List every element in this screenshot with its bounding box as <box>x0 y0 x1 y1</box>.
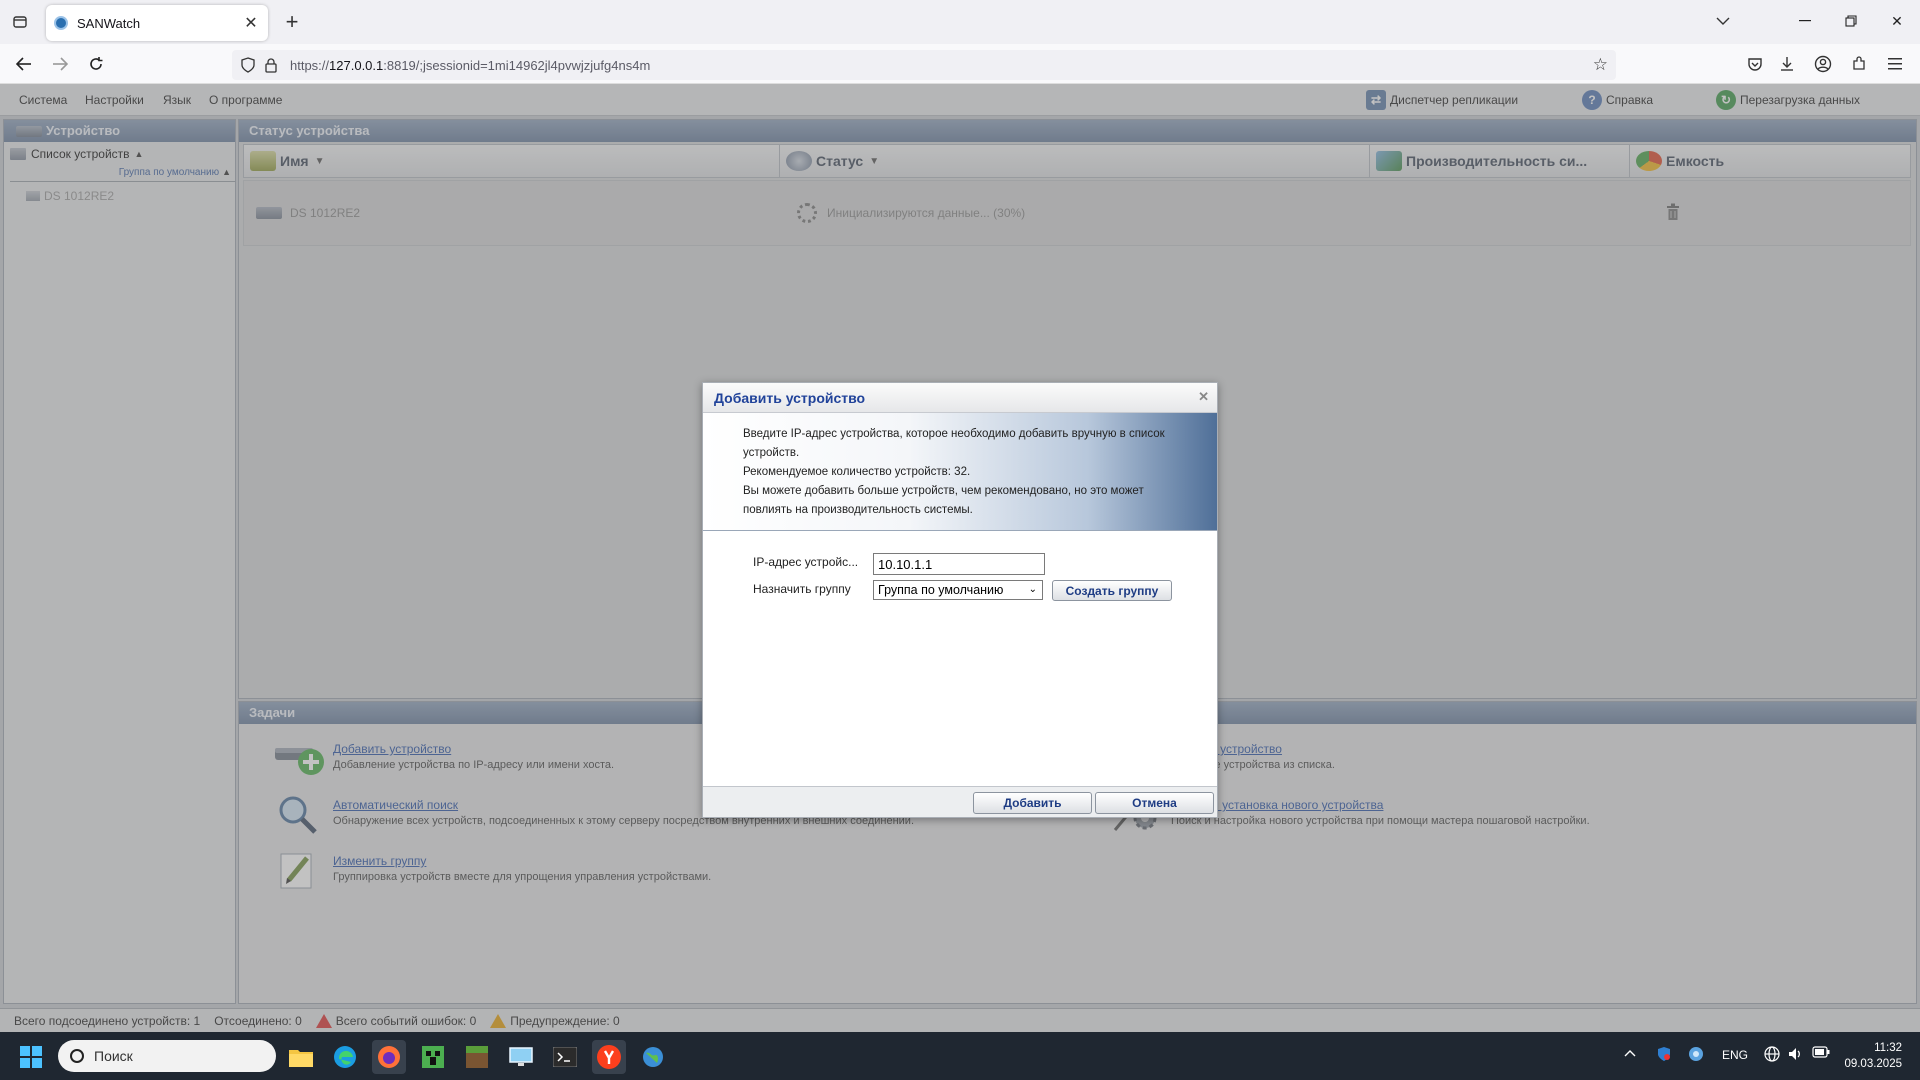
add-button[interactable]: Добавить <box>973 792 1092 814</box>
tab-list-icon[interactable] <box>8 10 32 34</box>
bookmark-star-icon[interactable]: ☆ <box>1593 55 1608 75</box>
tab-title: SANWatch <box>77 15 141 31</box>
chevron-down-icon: ⌄ <box>1028 584 1037 595</box>
group-select-value: Группа по умолчанию <box>878 583 1004 597</box>
tab-close-icon[interactable]: ✕ <box>242 13 260 33</box>
info-line-2: Рекомендуемое количество устройств: 32. <box>743 466 971 478</box>
minecraft-grass-icon[interactable] <box>460 1040 494 1074</box>
lock-warning-icon[interactable] <box>264 57 278 73</box>
dialog-info-banner: Введите IP-адрес устройства, которое нео… <box>703 413 1217 531</box>
dialog-form: IP-адрес устройс... Назначить группу Гру… <box>703 531 1217 707</box>
browser-navbar: https://127.0.0.1:8819/;jsessionid=1mi14… <box>0 44 1920 84</box>
restore-button[interactable] <box>1828 6 1874 36</box>
downloads-icon[interactable] <box>1776 54 1798 74</box>
taskbar-clock[interactable]: 11:32 09.03.2025 <box>1844 1040 1902 1072</box>
ip-address-input[interactable] <box>873 553 1045 575</box>
search-placeholder: Поиск <box>94 1048 133 1064</box>
forward-arrow-icon[interactable] <box>46 52 74 76</box>
windows-start-icon[interactable] <box>14 1040 48 1074</box>
tab-overflow-chevron-icon[interactable] <box>1700 6 1746 36</box>
sanwatch-favicon-icon <box>54 16 68 30</box>
add-device-dialog: Добавить устройство ✕ Введите IP-адрес у… <box>702 382 1218 818</box>
browser-tab-sanwatch[interactable]: SANWatch ✕ <box>46 5 268 41</box>
dialog-title: Добавить устройство <box>714 390 866 406</box>
create-group-button[interactable]: Создать группу <box>1052 580 1172 601</box>
tray-overflow-chevron-icon[interactable] <box>1624 1046 1636 1060</box>
battery-icon[interactable] <box>1812 1046 1830 1061</box>
windows-taskbar: Поиск ENG 11:32 09.03.2025 <box>0 1032 1920 1080</box>
url-bar[interactable]: https://127.0.0.1:8819/;jsessionid=1mi14… <box>232 50 1616 80</box>
volume-icon[interactable] <box>1788 1046 1804 1065</box>
account-icon[interactable] <box>1812 54 1834 74</box>
minecraft-creeper-icon[interactable] <box>416 1040 450 1074</box>
globe-app-icon[interactable] <box>636 1040 670 1074</box>
terminal-icon[interactable] <box>548 1040 582 1074</box>
clock-time: 11:32 <box>1874 1042 1902 1054</box>
dialog-titlebar: Добавить устройство ✕ <box>703 383 1217 413</box>
url-text[interactable]: https://127.0.0.1:8819/;jsessionid=1mi14… <box>290 58 650 73</box>
info-line-1: Введите IP-адрес устройства, которое нео… <box>743 428 1165 459</box>
minimize-button[interactable] <box>1782 6 1828 36</box>
security-shield-icon[interactable] <box>1656 1046 1672 1065</box>
hamburger-menu-icon[interactable] <box>1884 54 1906 74</box>
new-tab-button[interactable]: + <box>280 10 304 34</box>
clock-date: 09.03.2025 <box>1844 1058 1902 1070</box>
cancel-button[interactable]: Отмена <box>1095 792 1214 814</box>
reload-icon[interactable] <box>82 52 110 76</box>
wifi-globe-icon[interactable] <box>1764 1046 1780 1065</box>
info-line-3: Вы можете добавить больше устройств, чем… <box>743 485 1144 516</box>
taskbar-search[interactable]: Поиск <box>58 1040 276 1072</box>
dialog-footer: Добавить Отмена <box>703 786 1217 817</box>
dialog-close-icon[interactable]: ✕ <box>1198 389 1209 405</box>
browser-tabstrip: SANWatch ✕ + ✕ <box>0 0 1920 44</box>
assign-group-label: Назначить группу <box>753 582 851 596</box>
yandex-browser-icon[interactable] <box>592 1040 626 1074</box>
back-arrow-icon[interactable] <box>10 52 38 76</box>
firefox-browser-icon[interactable] <box>372 1040 406 1074</box>
input-language[interactable]: ENG <box>1722 1048 1748 1062</box>
group-select[interactable]: Группа по умолчанию ⌄ <box>873 580 1043 600</box>
remote-desktop-icon[interactable] <box>504 1040 538 1074</box>
edge-browser-icon[interactable] <box>328 1040 362 1074</box>
close-window-button[interactable]: ✕ <box>1874 6 1920 36</box>
extensions-icon[interactable] <box>1848 54 1870 74</box>
network-globe-icon[interactable] <box>1688 1046 1704 1065</box>
search-icon <box>70 1049 84 1063</box>
file-explorer-icon[interactable] <box>284 1040 318 1074</box>
pocket-icon[interactable] <box>1744 54 1766 74</box>
tracking-shield-icon[interactable] <box>240 57 256 73</box>
ip-address-label: IP-адрес устройс... <box>753 555 859 569</box>
sanwatch-app: Система Настройки Язык О программе ⇄ Дис… <box>0 84 1920 1032</box>
